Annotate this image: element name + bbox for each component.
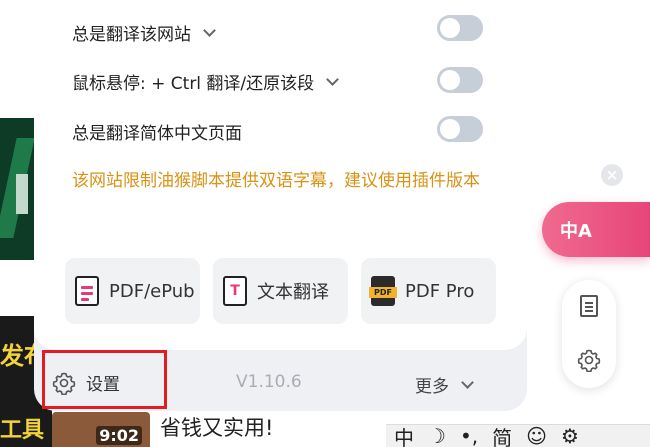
- toggle-knob: [440, 119, 460, 139]
- ime-simplified-toggle[interactable]: 简: [492, 422, 512, 447]
- document-icon[interactable]: [580, 295, 598, 317]
- video-thumbnail[interactable]: 9:02: [52, 412, 150, 447]
- close-icon[interactable]: ×: [601, 164, 623, 186]
- video-title[interactable]: 省钱又实用!: [160, 412, 273, 442]
- translate-simplified-row: 总是翻译简体中文页面: [72, 119, 242, 144]
- chevron-down-icon: [461, 375, 474, 389]
- hover-translate-label: 鼠标悬停: + Ctrl 翻译/还原该段: [72, 74, 315, 94]
- side-toolbar: [562, 280, 616, 388]
- translate-simplified-toggle[interactable]: [437, 116, 483, 142]
- gear-icon[interactable]: [577, 348, 601, 372]
- thumbnail-caption: 工具: [0, 412, 52, 447]
- settings-highlight-box: [42, 350, 167, 409]
- text-translate-label: 文本翻译: [257, 282, 329, 303]
- translate-float-button[interactable]: 中A: [542, 202, 650, 257]
- translate-simplified-label: 总是翻译简体中文页面: [72, 124, 242, 144]
- translate-icon: 中A: [560, 220, 592, 242]
- hover-translate-toggle[interactable]: [437, 67, 483, 93]
- version-label: V1.10.6: [236, 372, 302, 392]
- more-label: 更多: [415, 377, 449, 397]
- hover-translate-row[interactable]: 鼠标悬停: + Ctrl 翻译/还原该段: [72, 69, 340, 94]
- pdf-epub-file-icon: [75, 276, 99, 306]
- ime-emoji-icon[interactable]: ☺: [526, 424, 547, 447]
- pdf-pro-button[interactable]: PDF PDF Pro: [361, 258, 496, 324]
- thumbnail-graphic: [16, 174, 28, 214]
- pdf-pro-icon: PDF: [369, 276, 397, 306]
- ime-punctuation-toggle[interactable]: •,: [460, 424, 478, 447]
- pdf-epub-label: PDF/ePub: [109, 280, 195, 302]
- pdf-pro-label: PDF Pro: [405, 280, 475, 302]
- always-translate-site-label: 总是翻译该网站: [72, 25, 191, 45]
- video-duration: 9:02: [96, 426, 142, 445]
- chevron-down-icon[interactable]: [203, 23, 216, 37]
- more-button[interactable]: 更多: [415, 372, 474, 397]
- page-background: [0, 0, 34, 118]
- always-translate-site-toggle[interactable]: [437, 15, 483, 41]
- always-translate-site-row[interactable]: 总是翻译该网站: [72, 20, 216, 45]
- text-translate-icon: T: [223, 276, 247, 306]
- toggle-knob: [440, 70, 460, 90]
- popup-body: 总是翻译该网站 鼠标悬停: + Ctrl 翻译/还原该段 总是翻译简体中文页面 …: [34, 0, 527, 350]
- ime-toolbar: 中 ☽ •, 简 ☺ ⚙: [386, 424, 650, 447]
- ime-settings-icon[interactable]: ⚙: [561, 424, 579, 447]
- chevron-down-icon[interactable]: [326, 72, 340, 86]
- toggle-knob: [440, 18, 460, 38]
- ime-chinese-toggle[interactable]: 中: [394, 422, 414, 447]
- userscript-limit-notice[interactable]: 该网站限制油猴脚本提供双语字幕，建议使用插件版本: [72, 166, 492, 197]
- text-translate-button[interactable]: T 文本翻译: [213, 258, 348, 324]
- pdf-epub-button[interactable]: PDF/ePub: [65, 258, 200, 324]
- video-thumbnail[interactable]: [0, 118, 34, 260]
- ime-moon-icon[interactable]: ☽: [428, 424, 446, 447]
